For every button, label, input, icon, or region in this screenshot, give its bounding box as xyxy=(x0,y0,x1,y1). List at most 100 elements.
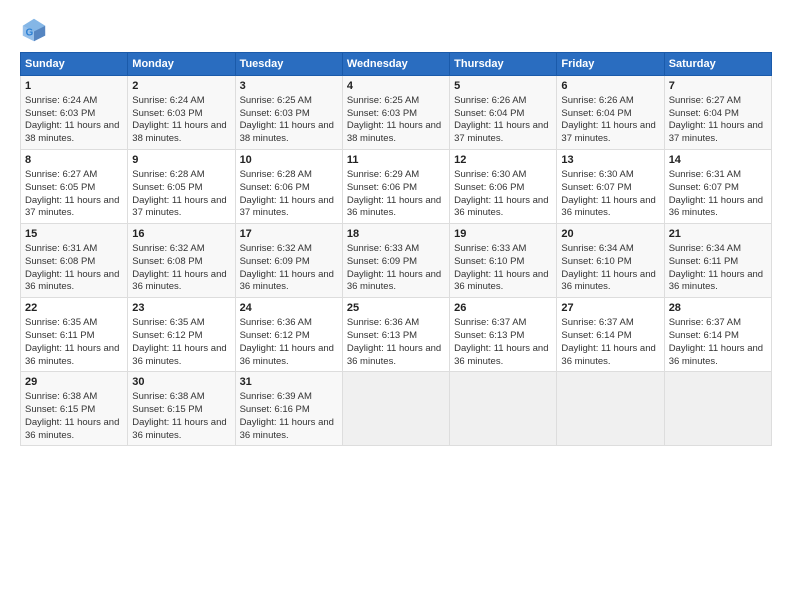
daylight-info: Daylight: 11 hours and 36 minutes. xyxy=(25,269,119,293)
calendar-cell: 29Sunrise: 6:38 AMSunset: 6:15 PMDayligh… xyxy=(21,372,128,446)
day-number: 2 xyxy=(132,79,230,94)
sunset-info: Sunset: 6:14 PM xyxy=(669,330,739,341)
daylight-info: Daylight: 11 hours and 37 minutes. xyxy=(454,120,548,144)
day-number: 31 xyxy=(240,375,338,390)
logo: G xyxy=(20,16,52,44)
daylight-info: Daylight: 11 hours and 36 minutes. xyxy=(132,343,226,367)
day-number: 6 xyxy=(561,79,659,94)
daylight-info: Daylight: 11 hours and 36 minutes. xyxy=(669,343,763,367)
sunset-info: Sunset: 6:09 PM xyxy=(347,256,417,267)
day-number: 30 xyxy=(132,375,230,390)
sunset-info: Sunset: 6:11 PM xyxy=(25,330,95,341)
sunrise-info: Sunrise: 6:35 AM xyxy=(25,317,97,328)
sunrise-info: Sunrise: 6:39 AM xyxy=(240,391,312,402)
day-number: 1 xyxy=(25,79,123,94)
header-friday: Friday xyxy=(557,53,664,76)
daylight-info: Daylight: 11 hours and 37 minutes. xyxy=(25,195,119,219)
sunrise-info: Sunrise: 6:38 AM xyxy=(25,391,97,402)
day-number: 12 xyxy=(454,153,552,168)
day-number: 26 xyxy=(454,301,552,316)
header-wednesday: Wednesday xyxy=(342,53,449,76)
day-number: 18 xyxy=(347,227,445,242)
sunrise-info: Sunrise: 6:32 AM xyxy=(132,243,204,254)
sunrise-info: Sunrise: 6:32 AM xyxy=(240,243,312,254)
daylight-info: Daylight: 11 hours and 36 minutes. xyxy=(454,195,548,219)
day-number: 7 xyxy=(669,79,767,94)
sunset-info: Sunset: 6:04 PM xyxy=(561,108,631,119)
sunset-info: Sunset: 6:03 PM xyxy=(240,108,310,119)
calendar-cell: 18Sunrise: 6:33 AMSunset: 6:09 PMDayligh… xyxy=(342,224,449,298)
day-number: 22 xyxy=(25,301,123,316)
sunrise-info: Sunrise: 6:31 AM xyxy=(25,243,97,254)
calendar-cell: 4Sunrise: 6:25 AMSunset: 6:03 PMDaylight… xyxy=(342,76,449,150)
sunrise-info: Sunrise: 6:24 AM xyxy=(25,95,97,106)
day-number: 19 xyxy=(454,227,552,242)
calendar-week-3: 15Sunrise: 6:31 AM Sunset: 6:08 PM Dayligh… xyxy=(21,224,772,298)
day-number: 27 xyxy=(561,301,659,316)
sunrise-info: Sunrise: 6:28 AM xyxy=(132,169,204,180)
sunrise-info: Sunrise: 6:36 AM xyxy=(347,317,419,328)
calendar-cell: 27Sunrise: 6:37 AMSunset: 6:14 PMDayligh… xyxy=(557,298,664,372)
calendar-cell: 13Sunrise: 6:30 AMSunset: 6:07 PMDayligh… xyxy=(557,150,664,224)
day-number: 10 xyxy=(240,153,338,168)
sunrise-info: Sunrise: 6:28 AM xyxy=(240,169,312,180)
calendar-week-5: 29Sunrise: 6:38 AMSunset: 6:15 PMDayligh… xyxy=(21,372,772,446)
daylight-info: Daylight: 11 hours and 36 minutes. xyxy=(347,343,441,367)
calendar-week-4: 22Sunrise: 6:35 AMSunset: 6:11 PMDayligh… xyxy=(21,298,772,372)
sunset-info: Sunset: 6:13 PM xyxy=(347,330,417,341)
sunset-info: Sunset: 6:03 PM xyxy=(132,108,202,119)
calendar-cell: 15Sunrise: 6:31 AM Sunset: 6:08 PM Dayligh… xyxy=(21,224,128,298)
sunrise-info: Sunrise: 6:27 AM xyxy=(669,95,741,106)
header-sunday: Sunday xyxy=(21,53,128,76)
day-number: 15 xyxy=(25,227,123,242)
calendar-table: SundayMondayTuesdayWednesdayThursdayFrid… xyxy=(20,52,772,446)
sunset-info: Sunset: 6:04 PM xyxy=(669,108,739,119)
daylight-info: Daylight: 11 hours and 37 minutes. xyxy=(669,120,763,144)
day-number: 23 xyxy=(132,301,230,316)
calendar-cell: 31Sunrise: 6:39 AMSunset: 6:16 PMDayligh… xyxy=(235,372,342,446)
daylight-info: Daylight: 11 hours and 37 minutes. xyxy=(240,195,334,219)
daylight-info: Daylight: 11 hours and 36 minutes. xyxy=(561,343,655,367)
day-number: 17 xyxy=(240,227,338,242)
calendar-cell: 30Sunrise: 6:38 AMSunset: 6:15 PMDayligh… xyxy=(128,372,235,446)
daylight-info: Daylight: 11 hours and 36 minutes. xyxy=(454,269,548,293)
daylight-info: Daylight: 11 hours and 38 minutes. xyxy=(240,120,334,144)
header-monday: Monday xyxy=(128,53,235,76)
sunset-info: Sunset: 6:12 PM xyxy=(132,330,202,341)
sunset-info: Sunset: 6:16 PM xyxy=(240,404,310,415)
sunset-info: Sunset: 6:08 PM xyxy=(25,256,95,267)
calendar-cell: 26Sunrise: 6:37 AMSunset: 6:13 PMDayligh… xyxy=(450,298,557,372)
sunrise-info: Sunrise: 6:34 AM xyxy=(669,243,741,254)
calendar-cell: 25Sunrise: 6:36 AMSunset: 6:13 PMDayligh… xyxy=(342,298,449,372)
daylight-info: Daylight: 11 hours and 36 minutes. xyxy=(561,269,655,293)
calendar-cell: 28Sunrise: 6:37 AMSunset: 6:14 PMDayligh… xyxy=(664,298,771,372)
sunrise-info: Sunrise: 6:30 AM xyxy=(454,169,526,180)
sunrise-info: Sunrise: 6:36 AM xyxy=(240,317,312,328)
calendar-cell: 8Sunrise: 6:27 AMSunset: 6:05 PMDaylight… xyxy=(21,150,128,224)
header-row: SundayMondayTuesdayWednesdayThursdayFrid… xyxy=(21,53,772,76)
day-number: 9 xyxy=(132,153,230,168)
sunrise-info: Sunrise: 6:34 AM xyxy=(561,243,633,254)
header-tuesday: Tuesday xyxy=(235,53,342,76)
sunrise-info: Sunrise: 6:29 AM xyxy=(347,169,419,180)
page-container: G SundayMondayTuesdayWednesdayThursdayFr… xyxy=(0,0,792,456)
sunrise-info: Sunrise: 6:24 AM xyxy=(132,95,204,106)
calendar-cell: 6Sunrise: 6:26 AMSunset: 6:04 PMDaylight… xyxy=(557,76,664,150)
sunrise-info: Sunrise: 6:38 AM xyxy=(132,391,204,402)
day-number: 13 xyxy=(561,153,659,168)
calendar-cell xyxy=(664,372,771,446)
sunset-info: Sunset: 6:07 PM xyxy=(561,182,631,193)
header-thursday: Thursday xyxy=(450,53,557,76)
calendar-cell: 23Sunrise: 6:35 AM Sunset: 6:12 PM Dayligh… xyxy=(128,298,235,372)
sunrise-info: Sunrise: 6:35 AM xyxy=(132,317,204,328)
day-number: 4 xyxy=(347,79,445,94)
daylight-info: Daylight: 11 hours and 36 minutes. xyxy=(347,269,441,293)
calendar-cell: 10Sunrise: 6:28 AMSunset: 6:06 PMDayligh… xyxy=(235,150,342,224)
calendar-cell: 7Sunrise: 6:27 AM Sunset: 6:04 PMDaylight… xyxy=(664,76,771,150)
daylight-info: Daylight: 11 hours and 36 minutes. xyxy=(454,343,548,367)
day-number: 29 xyxy=(25,375,123,390)
calendar-cell: 5Sunrise: 6:26 AMSunset: 6:04 PMDaylight… xyxy=(450,76,557,150)
daylight-info: Daylight: 11 hours and 37 minutes. xyxy=(132,195,226,219)
logo-icon: G xyxy=(20,16,48,44)
day-number: 8 xyxy=(25,153,123,168)
